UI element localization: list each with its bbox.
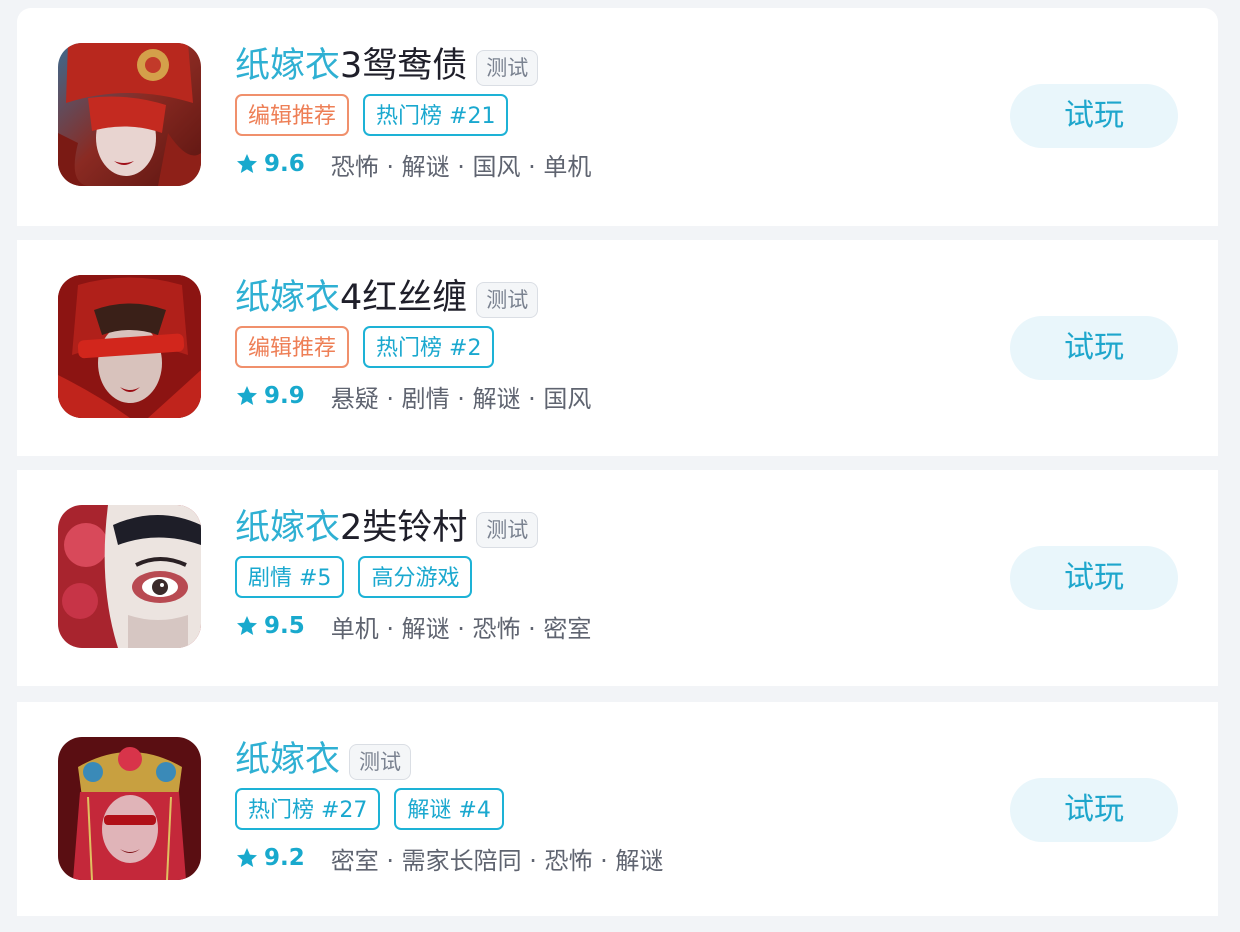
game-icon-opera-mask-eye[interactable]: [58, 505, 201, 648]
star-icon: [237, 386, 257, 405]
genre-list: 恐怖 · 解谜 · 国风 · 单机: [330, 152, 592, 181]
puzzle-rank-tag[interactable]: 解谜 #4: [394, 788, 504, 830]
play-button[interactable]: 试玩: [1010, 316, 1178, 380]
game-icon-bride-red-ribbon[interactable]: [58, 275, 201, 418]
ranking-tag[interactable]: 热门榜 #21: [363, 94, 509, 136]
test-badge: 测试: [476, 282, 539, 318]
star-icon: [237, 848, 257, 867]
ranking-tag[interactable]: 热门榜 #27: [235, 788, 381, 830]
star-icon: [237, 616, 257, 635]
game-card[interactable]: 纸嫁衣3鸳鸯债 测试 编辑推荐 热门榜 #21 9.6 恐怖 · 解谜 · 国风…: [17, 8, 1218, 226]
game-card[interactable]: 纸嫁衣 测试 热门榜 #27 解谜 #4 9.2 密室 · 需家长陪同 · 恐怖…: [17, 702, 1218, 916]
rating-value: 9.2: [264, 845, 305, 871]
play-button[interactable]: 试玩: [1010, 84, 1178, 148]
test-badge: 测试: [476, 512, 539, 548]
game-icon-bride-red-veil[interactable]: [58, 43, 201, 186]
rating-value: 9.6: [264, 151, 305, 177]
high-score-tag[interactable]: 高分游戏: [358, 556, 473, 598]
game-list: 纸嫁衣3鸳鸯债 测试 编辑推荐 热门榜 #21 9.6 恐怖 · 解谜 · 国风…: [0, 0, 1240, 932]
ranking-tag[interactable]: 剧情 #5: [235, 556, 345, 598]
editor-pick-tag[interactable]: 编辑推荐: [235, 326, 350, 368]
game-title[interactable]: 纸嫁衣: [235, 734, 340, 786]
editor-pick-tag[interactable]: 编辑推荐: [235, 94, 350, 136]
genre-list: 单机 · 解谜 · 恐怖 · 密室: [330, 614, 592, 643]
genre-list: 密室 · 需家长陪同 · 恐怖 · 解谜: [330, 846, 664, 875]
play-button[interactable]: 试玩: [1010, 778, 1178, 842]
rating-value: 9.5: [264, 613, 305, 639]
test-badge: 测试: [476, 50, 539, 86]
rating-value: 9.9: [264, 383, 305, 409]
game-icon-bride-headdress[interactable]: [58, 737, 201, 880]
genre-list: 悬疑 · 剧情 · 解谜 · 国风: [330, 384, 592, 413]
game-card[interactable]: 纸嫁衣4红丝缠 测试 编辑推荐 热门榜 #2 9.9 悬疑 · 剧情 · 解谜 …: [17, 240, 1218, 456]
game-card[interactable]: 纸嫁衣2奘铃村 测试 剧情 #5 高分游戏 9.5 单机 · 解谜 · 恐怖 ·…: [17, 470, 1218, 686]
play-button[interactable]: 试玩: [1010, 546, 1178, 610]
game-title[interactable]: 纸嫁衣3鸳鸯债: [235, 40, 467, 92]
game-title[interactable]: 纸嫁衣2奘铃村: [235, 502, 467, 554]
ranking-tag[interactable]: 热门榜 #2: [363, 326, 495, 368]
star-icon: [237, 154, 257, 173]
test-badge: 测试: [349, 744, 412, 780]
game-title[interactable]: 纸嫁衣4红丝缠: [235, 272, 467, 324]
